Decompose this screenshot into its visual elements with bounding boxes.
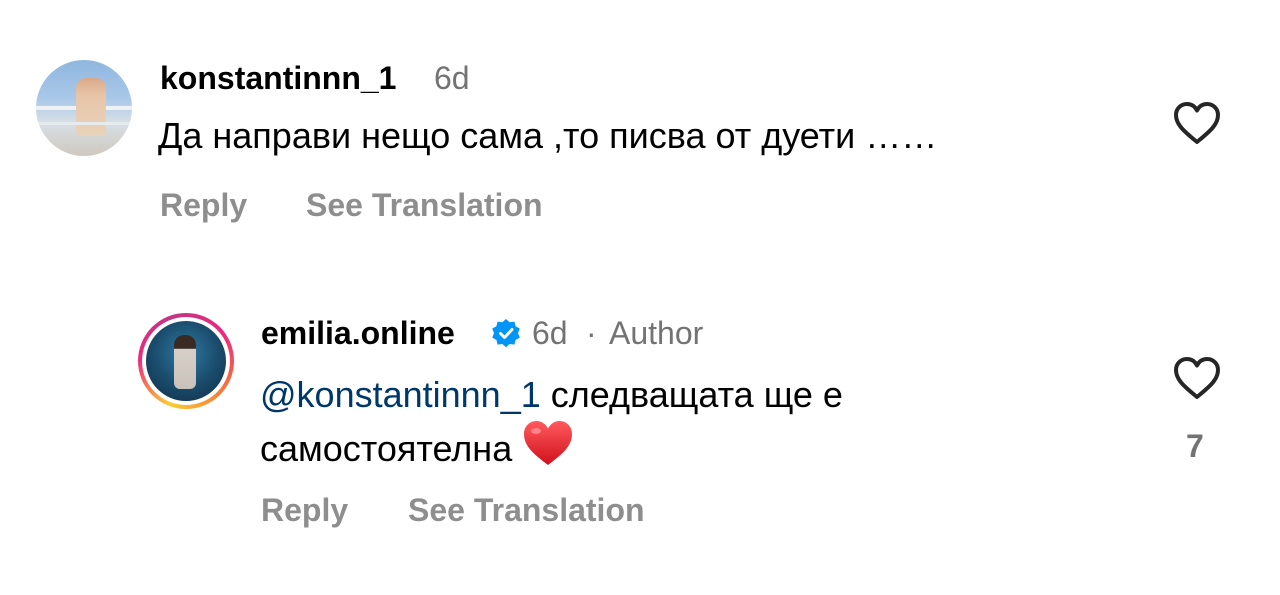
heart-outline-icon[interactable] bbox=[1173, 356, 1221, 400]
reply-button[interactable]: Reply bbox=[261, 492, 348, 529]
mention-link[interactable]: @konstantinnn_1 bbox=[260, 374, 541, 415]
reply-text-part: следващата ще е bbox=[540, 374, 843, 415]
avatar-photo-person bbox=[174, 335, 196, 389]
comment-timestamp: 6d bbox=[434, 60, 470, 96]
verified-badge-icon bbox=[492, 319, 520, 348]
like-count[interactable]: 7 bbox=[1186, 428, 1204, 465]
comment-username[interactable]: emilia.online bbox=[261, 315, 455, 352]
comment-text: Да направи нещо сама ,то писва от дуети … bbox=[158, 115, 938, 156]
avatar-konstantinnn[interactable] bbox=[36, 60, 132, 156]
author-label: Author bbox=[609, 315, 704, 351]
separator-dot: · bbox=[586, 315, 597, 351]
see-translation-button[interactable]: See Translation bbox=[306, 187, 543, 224]
see-translation-button[interactable]: See Translation bbox=[408, 492, 645, 529]
comment-username[interactable]: konstantinnn_1 bbox=[160, 60, 396, 97]
heart-outline-icon[interactable] bbox=[1173, 101, 1221, 145]
avatar-photo-person bbox=[76, 78, 106, 136]
avatar-emilia bbox=[146, 321, 226, 401]
reply-button[interactable]: Reply bbox=[160, 187, 247, 224]
red-heart-emoji bbox=[524, 421, 573, 465]
avatar-emilia-story-ring[interactable] bbox=[138, 313, 234, 409]
reply-text-part: самостоятелна bbox=[260, 428, 513, 469]
reply-text-line2: самостоятелна bbox=[260, 419, 574, 473]
comment-timestamp: 6d bbox=[532, 315, 568, 351]
avatar-photo-detail bbox=[36, 122, 132, 125]
reply-text-line1: @konstantinnn_1 следващата ще е bbox=[260, 371, 843, 419]
